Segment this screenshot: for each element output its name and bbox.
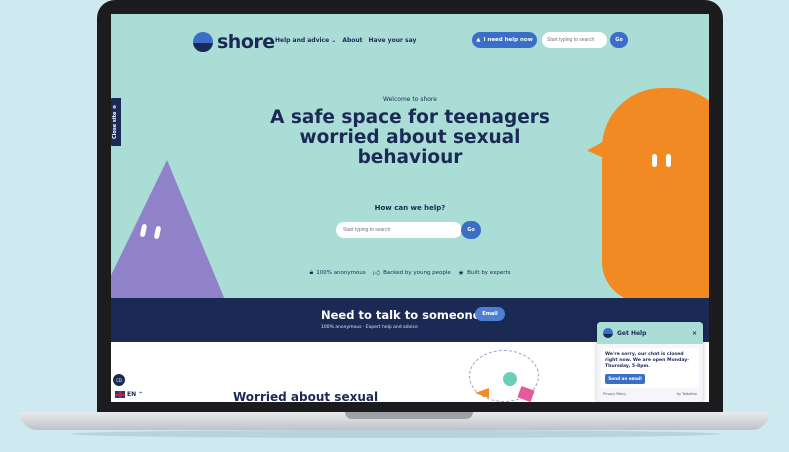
chat-close-icon[interactable]: × bbox=[692, 330, 697, 337]
hero-title: A safe space for teenagers worried about… bbox=[270, 107, 550, 168]
header-search-input[interactable] bbox=[542, 32, 607, 48]
language-selector[interactable]: EN ⌃ bbox=[115, 391, 143, 398]
purple-triangle-character bbox=[111, 160, 225, 300]
chevron-down-icon: ⌄ bbox=[331, 37, 337, 44]
illustration-teal-dot bbox=[503, 372, 517, 386]
uk-flag-icon bbox=[115, 391, 125, 398]
lock-icon: 🔒︎ bbox=[309, 268, 314, 276]
star-icon: ★ bbox=[457, 268, 465, 277]
shore-logo-icon bbox=[193, 32, 213, 52]
cookie-settings-button[interactable]: CD bbox=[113, 374, 125, 386]
help-question: How can we help? bbox=[374, 204, 446, 212]
logo-text: shore bbox=[217, 31, 275, 53]
chat-message: We're sorry, our chat is closed right no… bbox=[605, 352, 690, 369]
trust-badges: 🔒︎ 100% anonymous 👍︎ Backed by young peo… bbox=[111, 268, 709, 277]
trust-anonymous: 🔒︎ 100% anonymous bbox=[309, 268, 366, 276]
welcome-text: Welcome to shore bbox=[383, 96, 437, 103]
chat-message-box: We're sorry, our chat is closed right no… bbox=[601, 348, 699, 388]
section-heading: Worried about sexual bbox=[233, 390, 379, 402]
thumbs-up-icon: 👍︎ bbox=[372, 269, 381, 277]
need-help-button[interactable]: ▲ I need help now bbox=[472, 32, 537, 48]
blob-eye-right bbox=[666, 154, 671, 167]
nav-help-and-advice[interactable]: Help and advice ⌄ bbox=[275, 37, 336, 44]
powered-by-text: by Talkative bbox=[676, 392, 697, 396]
send-email-button[interactable]: Send an email bbox=[605, 374, 645, 384]
trust-backed: 👍︎ Backed by young people bbox=[372, 269, 451, 277]
laptop-shadow bbox=[70, 430, 720, 438]
hero-search-input[interactable] bbox=[336, 222, 462, 238]
main-nav: Help and advice ⌄ About Have your say bbox=[275, 37, 416, 44]
shore-chat-icon bbox=[603, 328, 613, 338]
shore-logo[interactable]: shore bbox=[193, 31, 275, 53]
banner-subtitle: 100% anonymous · Expert help and advice bbox=[321, 325, 418, 330]
trust-experts: ★ Built by experts bbox=[457, 268, 511, 277]
privacy-policy-link[interactable]: Privacy Policy bbox=[603, 392, 626, 396]
hero-go-button[interactable]: Go bbox=[461, 221, 481, 239]
close-site-button[interactable]: Close site ⊗ bbox=[111, 98, 121, 146]
chat-widget: Get Help × We're sorry, our chat is clos… bbox=[597, 322, 703, 402]
browser-screen: shore Help and advice ⌄ About Have your … bbox=[111, 14, 709, 402]
banner-title: Need to talk to someone? bbox=[321, 308, 488, 322]
chat-title: Get Help bbox=[617, 329, 647, 337]
nav-have-your-say[interactable]: Have your say bbox=[369, 37, 417, 44]
laptop-notch bbox=[345, 412, 473, 419]
chat-header: Get Help × bbox=[597, 322, 703, 344]
header-go-button[interactable]: Go bbox=[610, 32, 628, 48]
close-icon: ⊗ bbox=[112, 105, 118, 110]
email-button[interactable]: Email bbox=[475, 307, 505, 321]
chevron-up-icon: ⌃ bbox=[138, 391, 144, 398]
nav-about[interactable]: About bbox=[342, 37, 362, 44]
blob-eye-left bbox=[652, 154, 657, 167]
chat-footer: Privacy Policy by Talkative bbox=[597, 392, 703, 396]
warning-icon: ▲ bbox=[476, 37, 481, 43]
